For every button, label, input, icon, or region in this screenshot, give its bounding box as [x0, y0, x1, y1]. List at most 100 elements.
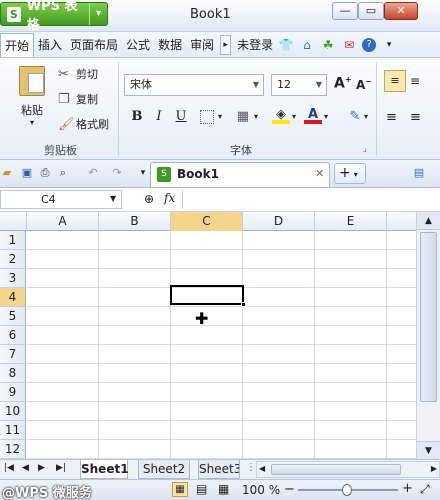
tab-formulas[interactable]: 公式 — [122, 33, 154, 57]
fill-color-icon[interactable]: ◈ — [272, 106, 290, 124]
align-top-button[interactable]: ≡ — [384, 70, 406, 92]
sheet-tab-2[interactable]: Sheet2 — [138, 460, 190, 479]
column-header-d[interactable]: D — [243, 212, 315, 231]
restore-button[interactable]: ▭ — [358, 2, 384, 20]
chevron-down-icon[interactable]: ▾ — [381, 37, 397, 53]
zoom-level[interactable]: 100 % — [242, 483, 280, 497]
close-tab-icon[interactable]: ✕ — [315, 167, 324, 180]
tab-insert[interactable]: 插入 — [34, 33, 66, 57]
row-header-12[interactable]: 12 — [0, 440, 26, 459]
font-name-select[interactable]: 宋体 ▼ — [124, 74, 264, 96]
bold-button[interactable]: B — [128, 108, 146, 126]
window-layout-icon[interactable]: ▤ — [412, 166, 426, 180]
sheet-tab-1[interactable]: Sheet1 — [80, 460, 129, 479]
tab-data[interactable]: 数据 — [154, 33, 186, 57]
column-header-b[interactable]: B — [99, 212, 171, 231]
copy-button[interactable]: ❐ 复制 — [58, 91, 98, 107]
font-size-select[interactable]: 12 ▼ — [271, 74, 327, 96]
horizontal-scrollbar[interactable]: ◀ ▶ — [256, 461, 440, 478]
zoom-slider-thumb[interactable] — [342, 484, 352, 496]
print-icon[interactable]: ⎙ — [38, 166, 52, 180]
row-header-7[interactable]: 7 — [0, 345, 26, 364]
chevron-down-icon[interactable]: ▾ — [254, 112, 258, 121]
next-sheet-icon[interactable]: ▶ — [38, 463, 45, 473]
align-center-button[interactable]: ≡ — [410, 74, 420, 88]
row-header-9[interactable]: 9 — [0, 383, 26, 402]
align-left-button[interactable]: ≡ — [386, 110, 397, 125]
scroll-thumb[interactable] — [420, 232, 437, 402]
new-tab-button[interactable]: + ▾ — [334, 163, 366, 184]
customize-toolbar-icon[interactable]: ▾ — [136, 166, 150, 180]
zoom-in-icon[interactable]: + — [402, 481, 413, 496]
scroll-right-icon[interactable]: ▶ — [431, 464, 437, 473]
paste-button[interactable]: 粘贴 ▾ — [14, 64, 50, 134]
align-right-button[interactable]: ≡ — [410, 110, 421, 125]
row-header-10[interactable]: 10 — [0, 402, 26, 421]
login-status[interactable]: 未登录 — [237, 36, 273, 53]
row-header-8[interactable]: 8 — [0, 364, 26, 383]
chevron-down-icon[interactable]: ▾ — [324, 112, 328, 121]
chevron-down-icon[interactable]: ▼ — [110, 194, 116, 203]
normal-view-icon[interactable]: ▦ — [172, 482, 188, 497]
home-icon[interactable]: ⌂ — [299, 37, 315, 53]
italic-button[interactable]: I — [150, 108, 168, 126]
first-sheet-icon[interactable]: |◀ — [4, 463, 14, 473]
more-tabs-icon[interactable]: ▸ — [220, 34, 232, 55]
corner-select-all[interactable] — [0, 212, 27, 231]
grow-font-button[interactable]: A+ — [334, 75, 352, 92]
font-dialog-launcher-icon[interactable]: ⌟ — [363, 144, 367, 153]
print-preview-icon[interactable]: ⌕ — [56, 166, 70, 180]
row-header-5[interactable]: 5 — [0, 307, 26, 326]
fill-style-icon[interactable]: ▦ — [234, 108, 252, 126]
scroll-left-icon[interactable]: ◀ — [259, 464, 265, 473]
skin-icon[interactable]: 👕 — [278, 37, 294, 53]
spreadsheet-grid[interactable]: A B C D E 1 2 3 4 5 6 7 8 9 10 11 12 ✚ — [0, 212, 416, 459]
zoom-slider[interactable] — [298, 484, 398, 496]
tab-page-layout[interactable]: 页面布局 — [66, 33, 122, 57]
prev-sheet-icon[interactable]: ◀ — [22, 463, 29, 473]
row-header-4[interactable]: 4 — [0, 288, 26, 307]
zoom-search-icon[interactable]: ⊕ — [144, 192, 154, 206]
page-layout-view-icon[interactable]: ▤ — [196, 482, 207, 496]
minimize-button[interactable]: — — [332, 2, 358, 20]
fullscreen-icon[interactable]: ⤢ — [420, 482, 430, 497]
page-break-view-icon[interactable]: ▦ — [218, 482, 229, 496]
chevron-down-icon[interactable]: ▾ — [292, 112, 296, 121]
row-header-2[interactable]: 2 — [0, 250, 26, 269]
column-header-e[interactable]: E — [315, 212, 387, 231]
chevron-down-icon[interactable]: ▾ — [218, 112, 222, 121]
clear-format-icon[interactable]: ✎ — [346, 108, 364, 126]
tab-home[interactable]: 开始 — [0, 32, 35, 57]
wps-app-button[interactable]: S WPS 表格 ▾ — [0, 0, 108, 33]
row-header-6[interactable]: 6 — [0, 326, 26, 345]
zoom-out-icon[interactable]: − — [284, 482, 295, 497]
column-header-c[interactable]: C — [171, 212, 243, 231]
scroll-down-icon[interactable]: ▼ — [417, 441, 440, 459]
open-folder-icon[interactable]: ▰ — [0, 166, 14, 180]
row-header-1[interactable]: 1 — [0, 231, 26, 250]
tab-review[interactable]: 审阅 — [186, 33, 218, 57]
sheet-split-handle[interactable]: ⋮ — [246, 462, 256, 473]
shrink-font-button[interactable]: A− — [356, 77, 372, 92]
last-sheet-icon[interactable]: ▶| — [56, 463, 66, 473]
chevron-down-icon[interactable]: ▾ — [89, 3, 107, 25]
column-header-f[interactable] — [387, 212, 416, 231]
font-color-icon[interactable]: A — [304, 106, 322, 124]
vertical-scrollbar[interactable]: ▲ ▼ — [416, 212, 440, 459]
help-icon[interactable]: ? — [362, 37, 377, 52]
formula-input[interactable] — [182, 190, 438, 209]
horizontal-scroll-thumb[interactable] — [271, 464, 401, 475]
column-header-a[interactable]: A — [27, 212, 99, 231]
active-cell-c4[interactable] — [170, 285, 246, 307]
border-icon[interactable] — [200, 110, 214, 124]
row-header-3[interactable]: 3 — [0, 269, 26, 288]
format-painter-button[interactable]: 🖌 格式刷 — [58, 116, 109, 132]
document-tab[interactable]: S Book1 ✕ — [150, 162, 330, 187]
close-button[interactable]: ✕ — [384, 2, 418, 20]
fill-handle[interactable] — [241, 302, 246, 307]
scroll-up-icon[interactable]: ▲ — [417, 212, 440, 230]
redo-icon[interactable]: ↷ — [110, 166, 124, 180]
community-icon[interactable]: ☘ — [320, 37, 336, 53]
insert-function-icon[interactable]: fx — [164, 191, 175, 205]
row-header-11[interactable]: 11 — [0, 421, 26, 440]
